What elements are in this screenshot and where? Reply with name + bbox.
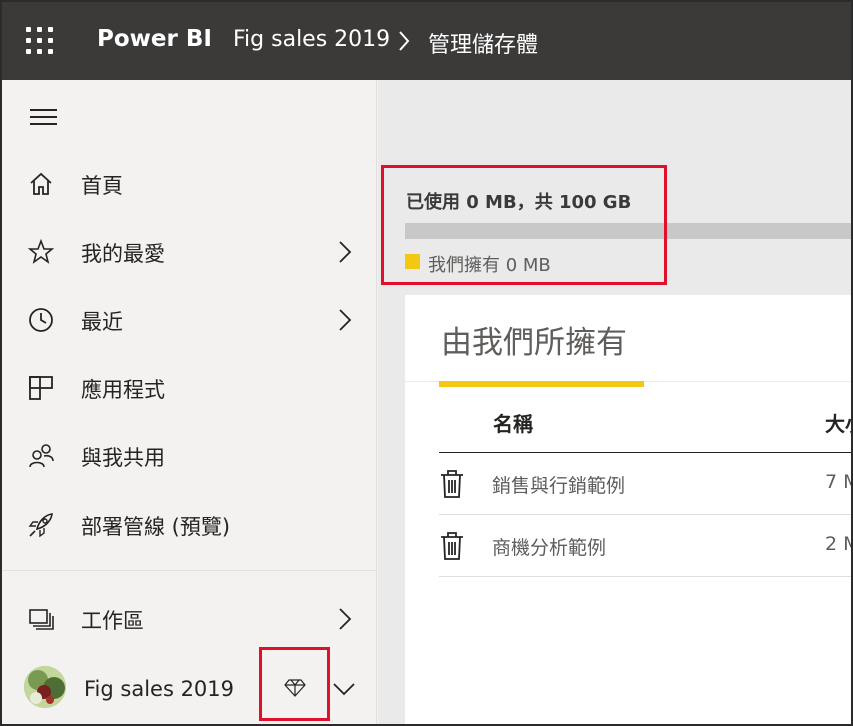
sidebar-item-label: 首頁: [81, 174, 123, 198]
storage-legend-swatch: [405, 254, 420, 269]
sidebar-item-label: 工作區: [81, 609, 144, 633]
app-launcher-icon[interactable]: [26, 27, 54, 55]
dataset-name: 銷售與行銷範例: [492, 475, 626, 497]
sidebar-item-label: 應用程式: [81, 378, 165, 402]
sidebar-item-apps[interactable]: 應用程式: [0, 361, 376, 417]
apps-icon: [29, 376, 53, 400]
breadcrumb-current: 管理儲存體: [428, 33, 539, 58]
column-header-name[interactable]: 名稱: [493, 408, 533, 437]
trash-icon[interactable]: [440, 469, 464, 499]
sidebar-item-favorites[interactable]: 我的最愛: [0, 225, 376, 281]
sidebar-item-workspaces[interactable]: 工作區: [0, 592, 376, 648]
shared-users-icon: [29, 444, 54, 468]
table-row: 銷售與行銷範例 7 MB: [439, 453, 853, 515]
active-tab-indicator: [439, 381, 644, 387]
top-bar: Power BI Fig sales 2019 管理儲存體: [0, 0, 853, 80]
sidebar-item-label: 最近: [81, 310, 123, 334]
sidebar-item-label: 我的最愛: [81, 242, 165, 266]
star-icon: [27, 238, 55, 264]
table-row: 商機分析範例 2 MB: [439, 515, 853, 577]
storage-usage-bar: [405, 223, 853, 239]
sidebar-item-label: 部署管線 (預覽): [81, 515, 231, 539]
dataset-size: 7 MB: [825, 471, 853, 493]
sidebar-item-label: 與我共用: [81, 446, 165, 470]
chevron-right-icon[interactable]: [334, 606, 356, 632]
main-content: 已使用 0 MB，共 100 GB 我們擁有 0 MB 由我們所擁有 名稱 大小…: [378, 80, 853, 726]
storage-legend-label: 我們擁有 0 MB: [428, 255, 551, 276]
workspace-avatar[interactable]: [24, 666, 66, 708]
tab-owned-by-us[interactable]: 由我們所擁有: [441, 317, 627, 362]
sidebar: 首頁 我的最愛 最近 應用程式 與我共用 部署管線 (預覽) 工作區 Fig s…: [0, 80, 377, 726]
breadcrumb-chevron-icon: [399, 31, 410, 51]
dataset-name: 商機分析範例: [492, 537, 607, 559]
storage-usage-text: 已使用 0 MB，共 100 GB: [406, 192, 632, 213]
home-icon: [30, 172, 52, 195]
hamburger-menu-icon[interactable]: [30, 107, 58, 127]
chevron-right-icon[interactable]: [334, 307, 356, 333]
sidebar-divider: [0, 570, 376, 571]
sidebar-item-shared-with-me[interactable]: 與我共用: [0, 429, 376, 485]
dataset-size: 2 MB: [825, 533, 853, 555]
clock-icon: [29, 308, 53, 332]
sidebar-item-recent[interactable]: 最近: [0, 293, 376, 349]
sidebar-item-deployment-pipelines[interactable]: 部署管線 (預覽): [0, 498, 376, 554]
sidebar-item-home[interactable]: 首頁: [0, 157, 376, 213]
workspaces-icon: [29, 609, 54, 630]
diamond-icon[interactable]: [284, 676, 306, 698]
trash-icon[interactable]: [440, 531, 464, 561]
datasets-panel: 由我們所擁有 名稱 大小 銷售與行銷範例 7 MB 商機分析範例 2 MB: [405, 295, 853, 726]
chevron-down-icon[interactable]: [331, 678, 357, 700]
workspace-name[interactable]: Fig sales 2019: [84, 677, 234, 701]
app-name[interactable]: Power BI: [97, 26, 212, 52]
chevron-right-icon[interactable]: [334, 239, 356, 265]
rocket-icon: [28, 513, 53, 538]
breadcrumb-workspace[interactable]: Fig sales 2019: [233, 27, 390, 52]
column-header-size[interactable]: 大小: [825, 408, 853, 437]
